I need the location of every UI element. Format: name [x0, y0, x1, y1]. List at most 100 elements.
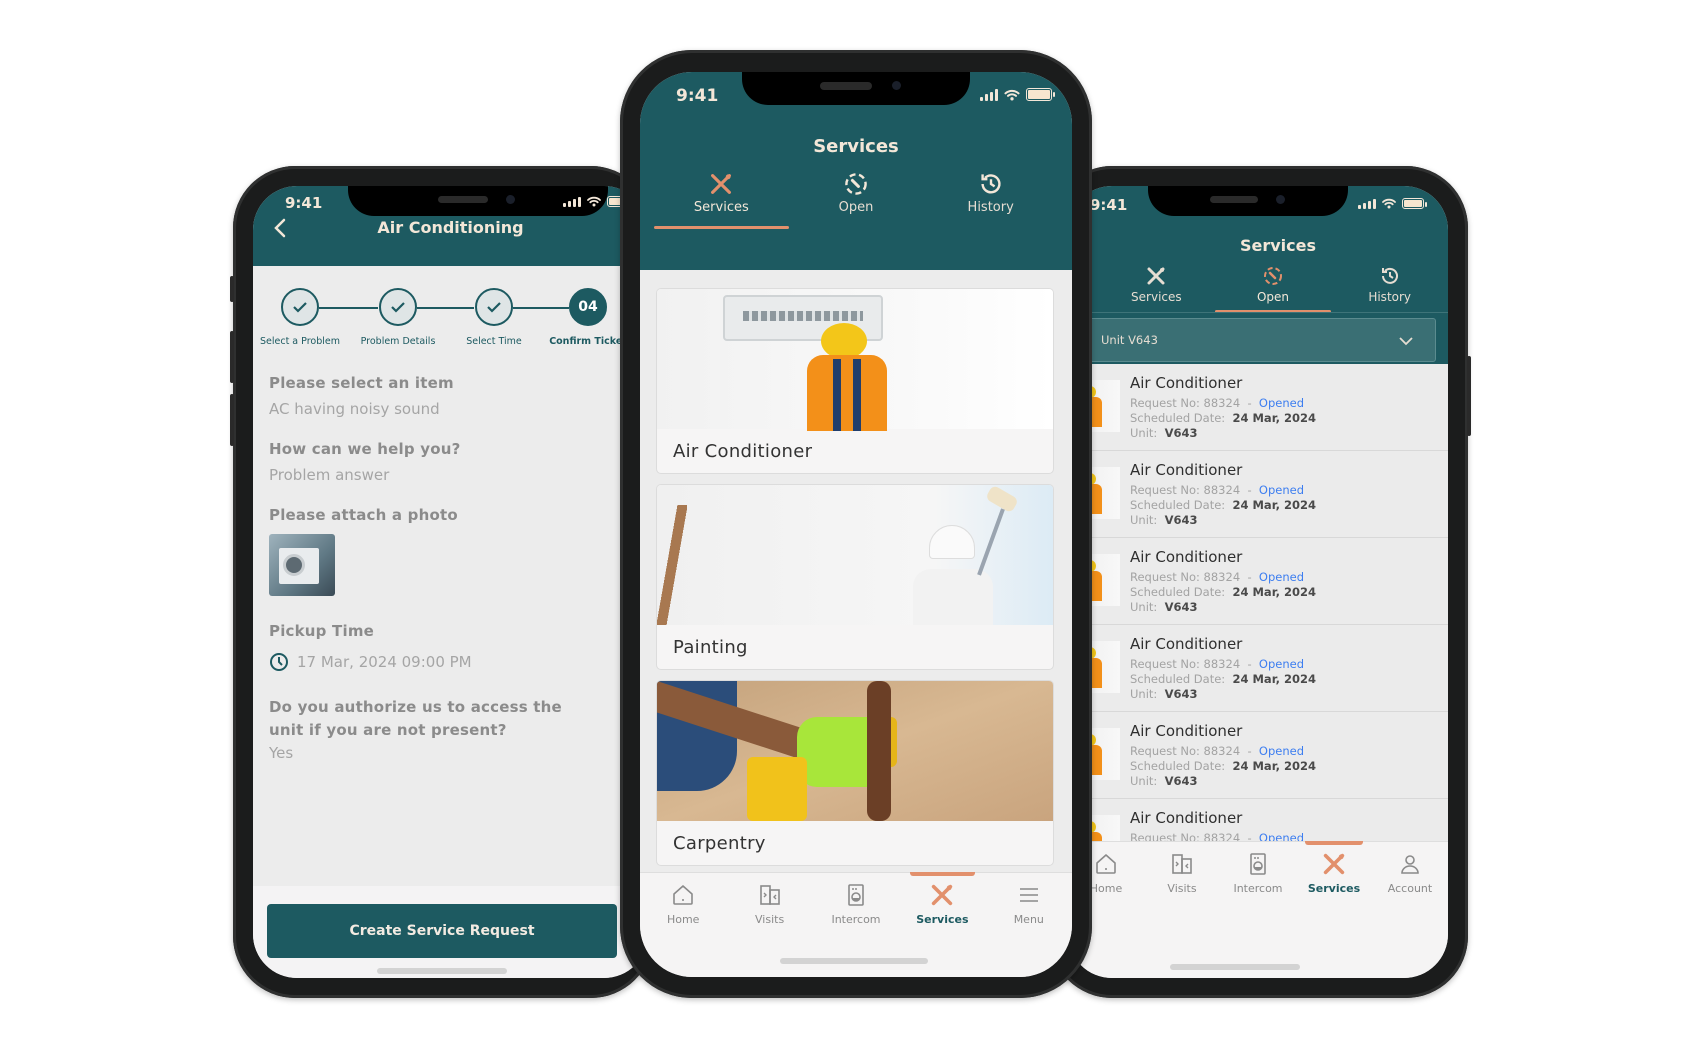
tab-history[interactable]: History	[1331, 266, 1448, 304]
service-card-painting[interactable]: Painting	[656, 484, 1054, 670]
tab-label: Services	[1131, 290, 1182, 304]
status-time: 9:41	[676, 86, 719, 106]
menu-icon	[1017, 883, 1041, 910]
signal-icon	[980, 88, 998, 101]
scheduled-date-line: Scheduled Date: 24 Mar, 2024	[1130, 585, 1316, 599]
unit-select[interactable]: Unit V643	[1078, 318, 1436, 362]
active-indicator	[1305, 841, 1363, 845]
home-indicator	[1170, 964, 1300, 970]
create-service-request-button[interactable]: Create Service Request	[267, 904, 617, 958]
screen-right: 9:41 Services Services Open History Unit…	[1068, 186, 1448, 978]
request-list-item[interactable]: Air Conditioner Request No: 88324 - Opene…	[1068, 799, 1448, 844]
request-number-line: Request No: 88324 - Opened	[1130, 657, 1305, 671]
nav-item-intercom[interactable]: Intercom	[1220, 852, 1296, 895]
request-list-item[interactable]: Air Conditioner Request No: 88324 - Opene…	[1068, 625, 1448, 712]
service-card-air-conditioner[interactable]: Air Conditioner	[656, 288, 1054, 474]
painting-image	[657, 485, 1053, 625]
request-list-item[interactable]: Air Conditioner Request No: 88324 - Opene…	[1068, 364, 1448, 451]
unit-line: Unit: V643	[1130, 774, 1198, 788]
attached-photo[interactable]	[269, 534, 335, 596]
tab-history[interactable]: History	[923, 172, 1058, 215]
header-divider	[1068, 312, 1448, 313]
field-value: Yes	[269, 744, 294, 762]
request-list-item[interactable]: Air Conditioner Request No: 88324 - Opene…	[1068, 451, 1448, 538]
request-number-line: Request No: 88324 - Opened	[1130, 396, 1305, 410]
status-badge: Opened	[1258, 396, 1305, 410]
side-button	[230, 331, 234, 383]
check-icon	[293, 302, 307, 313]
pickup-time-value: 17 Mar, 2024 09:00 PM	[297, 653, 472, 671]
request-no-label: Request No:	[1130, 744, 1200, 758]
wifi-icon	[1004, 89, 1020, 100]
field-value: AC having noisy sound	[269, 400, 440, 418]
stepper-connector	[319, 307, 378, 309]
intercom-icon	[844, 883, 868, 910]
nav-item-menu[interactable]: Menu	[986, 883, 1072, 926]
request-list-item[interactable]: Air Conditioner Request No: 88324 - Opene…	[1068, 538, 1448, 625]
nav-item-visits[interactable]: Visits	[1144, 852, 1220, 895]
status-time: 9:41	[285, 194, 323, 212]
clock-icon	[270, 653, 288, 671]
nav-item-services[interactable]: Services	[1296, 841, 1372, 895]
tools-icon	[1147, 267, 1165, 285]
battery-icon	[1026, 88, 1055, 101]
phone-right: 9:41 Services Services Open History Unit…	[1050, 166, 1471, 998]
field-value: Problem answer	[269, 466, 390, 484]
tools-icon	[1322, 852, 1346, 879]
screen-left: 9:41 Air Conditioning 04 Select a Proble…	[253, 186, 648, 978]
request-no: 88324	[1203, 396, 1241, 410]
air-conditioner-image	[657, 289, 1053, 431]
nav-item-home[interactable]: Home	[640, 883, 726, 926]
tab-label: Services	[693, 200, 749, 215]
request-no: 88324	[1203, 744, 1241, 758]
check-icon	[391, 302, 405, 313]
nav-label: Home	[666, 913, 700, 926]
open-wrench-icon	[1264, 267, 1282, 285]
home-indicator	[780, 958, 928, 964]
nav-item-services[interactable]: Services	[899, 872, 985, 926]
active-indicator	[909, 872, 976, 876]
signal-icon	[1358, 198, 1376, 209]
page-title: Air Conditioning	[377, 218, 524, 237]
nav-item-intercom[interactable]: Intercom	[813, 883, 899, 926]
field-label: How can we help you?	[269, 440, 461, 458]
service-card-carpentry[interactable]: Carpentry	[656, 680, 1054, 866]
nav-item-visits[interactable]: Visits	[726, 883, 812, 926]
unit-line: Unit: V643	[1130, 687, 1198, 701]
field-label: Pickup Time	[269, 622, 375, 640]
nav-label: Home	[1089, 882, 1123, 895]
tab-open[interactable]: Open	[789, 172, 924, 215]
check-icon	[487, 302, 501, 313]
tab-open[interactable]: Open	[1214, 266, 1332, 313]
tab-label: History	[1368, 290, 1412, 304]
request-title: Air Conditioner	[1130, 461, 1243, 479]
tab-services[interactable]: Services	[654, 172, 789, 229]
request-number-line: Request No: 88324 - Opened	[1130, 483, 1305, 497]
tab-services[interactable]: Services	[1098, 266, 1215, 304]
field-label: Please attach a photo	[269, 506, 458, 524]
unit-label: Unit:	[1130, 426, 1158, 440]
tab-label: Open	[1256, 290, 1290, 304]
status-icons	[980, 88, 1055, 101]
wifi-icon	[587, 196, 601, 207]
card-label: Carpentry	[673, 833, 766, 854]
request-no-label: Request No:	[1130, 657, 1200, 671]
status-badge: Opened	[1258, 657, 1305, 671]
nav-label: Services	[1307, 882, 1361, 895]
request-list-item[interactable]: Air Conditioner Request No: 88324 - Opene…	[1068, 712, 1448, 799]
field-label: Please select an item	[269, 374, 454, 392]
nav-item-account[interactable]: Account	[1372, 852, 1448, 895]
phone-left: 9:41 Air Conditioning 04 Select a Proble…	[230, 166, 653, 998]
side-button	[1467, 356, 1471, 436]
request-title: Air Conditioner	[1130, 548, 1243, 566]
chevron-down-icon	[1399, 337, 1413, 346]
scheduled-date-line: Scheduled Date: 24 Mar, 2024	[1130, 411, 1316, 425]
card-label: Painting	[673, 637, 748, 658]
bottom-nav: Home Visits Intercom Services Account	[1068, 841, 1448, 978]
request-title: Air Conditioner	[1130, 374, 1243, 392]
tab-label: Open	[838, 200, 874, 215]
service-tabs: Services Open History	[654, 172, 1058, 229]
stepper-connector	[513, 307, 569, 309]
date-label: Scheduled Date:	[1130, 498, 1226, 512]
nav-label: Visits	[1167, 882, 1197, 895]
